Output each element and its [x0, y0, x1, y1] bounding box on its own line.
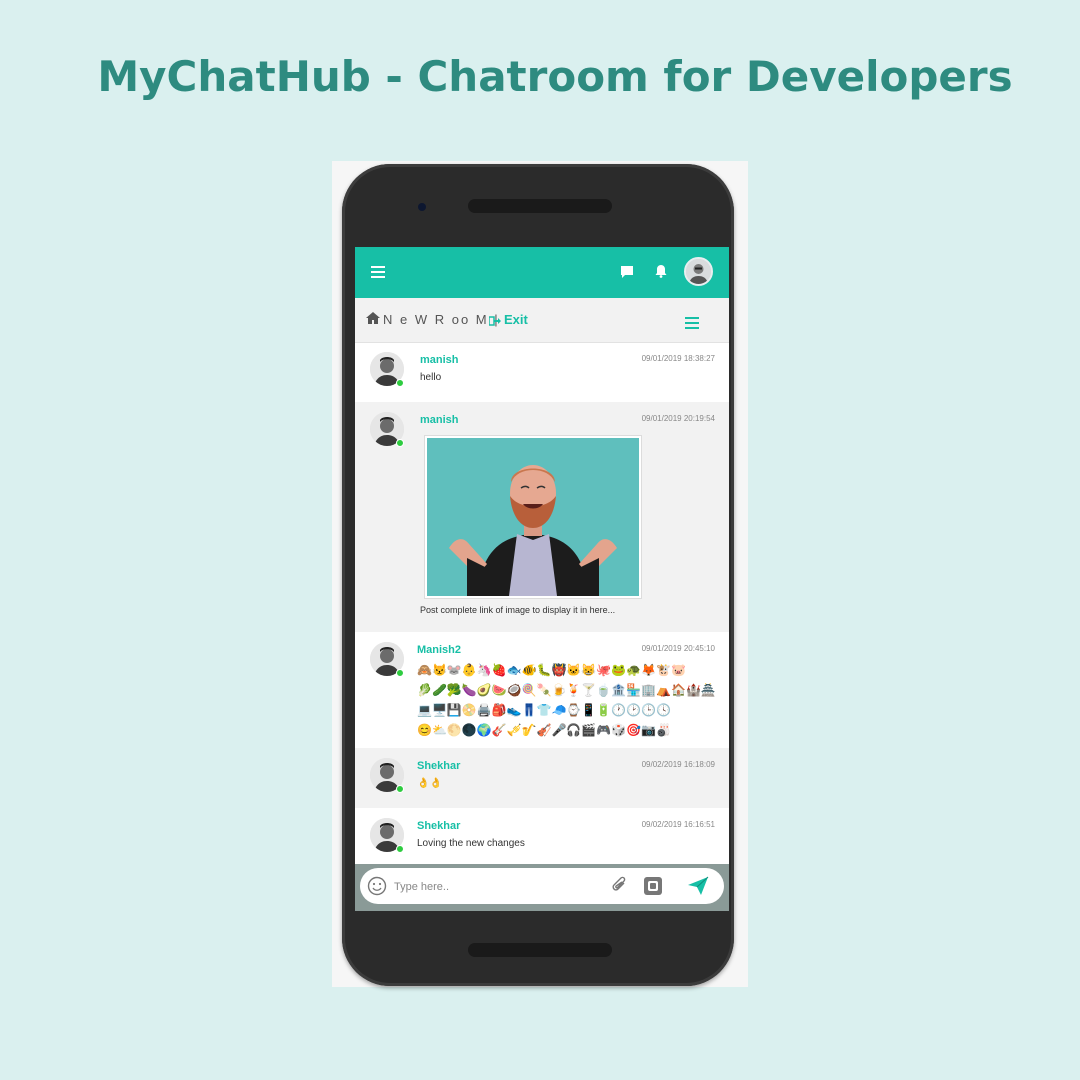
emoji-line: 💻🖥️💾📀🖨️🎒👟👖👕🧢⌚📱🔋🕐🕑🕒🕓: [417, 703, 672, 717]
emoji-line: 🙈😾🐭👶🦄🍓🐟🐠🐛👹🐱😸🐙🐸🐢🦊🐮🐷: [417, 663, 686, 677]
message-list: manish 09/01/2019 18:38:27 hello manish …: [355, 342, 729, 864]
exit-button[interactable]: Exit: [489, 312, 528, 327]
exit-label: Exit: [504, 312, 528, 327]
front-camera: [418, 203, 426, 211]
message-item: manish 09/01/2019 18:38:27 hello: [355, 342, 729, 402]
emoji-line: 😊⛅🌕🌑🌍🎸🎺🎷🎻🎤🎧🎬🎮🎲🎯📷🎳: [417, 723, 672, 737]
app-header: [355, 247, 729, 298]
room-bar: N e W R oo M | Exit: [355, 298, 729, 343]
room-menu-icon[interactable]: [685, 317, 699, 332]
top-speaker: [468, 199, 612, 213]
message-item: manish 09/01/2019 20:19:54 Post complete…: [355, 402, 729, 632]
bottom-speaker: [468, 943, 612, 957]
attachment-icon[interactable]: [610, 876, 630, 896]
page-title: MyChatHub - Chatroom for Developers: [97, 52, 1013, 101]
phone-mockup-frame: N e W R oo M | Exit manish 09/01/2019 18…: [332, 161, 748, 987]
message-timestamp: 09/02/2019 16:16:51: [641, 820, 715, 829]
composer-pill: [360, 868, 724, 904]
app-screen: N e W R oo M | Exit manish 09/01/2019 18…: [355, 247, 729, 911]
message-username[interactable]: manish: [420, 414, 459, 426]
phone-device: N e W R oo M | Exit manish 09/01/2019 18…: [342, 164, 734, 986]
message-username[interactable]: manish: [420, 354, 459, 366]
hamburger-menu-icon[interactable]: [371, 266, 385, 278]
message-text: Loving the new changes: [417, 838, 525, 849]
room-name: N e W R oo M |: [383, 312, 500, 327]
emoji-message: 🙈😾🐭👶🦄🍓🐟🐠🐛👹🐱😸🐙🐸🐢🦊🐮🐷 🥬🥒🥦🍆🥑🍉🥥🍭🍡🍺🍹🍸🍵🏦🏪🏢⛺🏠🏰🏯 …: [417, 660, 716, 740]
chat-icon[interactable]: [620, 265, 634, 279]
camera-icon[interactable]: [643, 876, 663, 896]
message-timestamp: 09/01/2019 20:45:10: [641, 644, 715, 653]
online-indicator: [396, 845, 404, 853]
message-username[interactable]: Shekhar: [417, 760, 460, 772]
message-image[interactable]: [424, 435, 642, 599]
message-text: hello: [420, 372, 442, 383]
message-item: Shekhar 09/02/2019 16:18:09 👌👌: [355, 748, 729, 808]
online-indicator: [396, 785, 404, 793]
emoji-line: 🥬🥒🥦🍆🥑🍉🥥🍭🍡🍺🍹🍸🍵🏦🏪🏢⛺🏠🏰🏯: [417, 683, 716, 697]
send-icon[interactable]: [687, 876, 709, 896]
message-item: Shekhar 09/02/2019 16:16:51 Loving the n…: [355, 808, 729, 864]
message-username[interactable]: Shekhar: [417, 820, 460, 832]
online-indicator: [396, 669, 404, 677]
online-indicator: [396, 379, 404, 387]
message-timestamp: 09/01/2019 20:19:54: [641, 414, 715, 423]
image-caption: Post complete link of image to display i…: [420, 605, 616, 615]
message-text: 👌👌: [417, 778, 442, 789]
emoji-icon[interactable]: [367, 876, 387, 896]
exit-icon: [489, 315, 501, 326]
bell-icon[interactable]: [655, 264, 667, 278]
message-input[interactable]: [392, 876, 606, 898]
message-timestamp: 09/01/2019 18:38:27: [641, 354, 715, 363]
message-timestamp: 09/02/2019 16:18:09: [641, 760, 715, 769]
message-username[interactable]: Manish2: [417, 644, 461, 656]
home-icon[interactable]: [366, 312, 380, 324]
message-item: Manish2 09/01/2019 20:45:10 🙈😾🐭👶🦄🍓🐟🐠🐛👹🐱😸…: [355, 632, 729, 748]
user-avatar[interactable]: [684, 257, 713, 286]
online-indicator: [396, 439, 404, 447]
message-composer: [355, 864, 729, 911]
